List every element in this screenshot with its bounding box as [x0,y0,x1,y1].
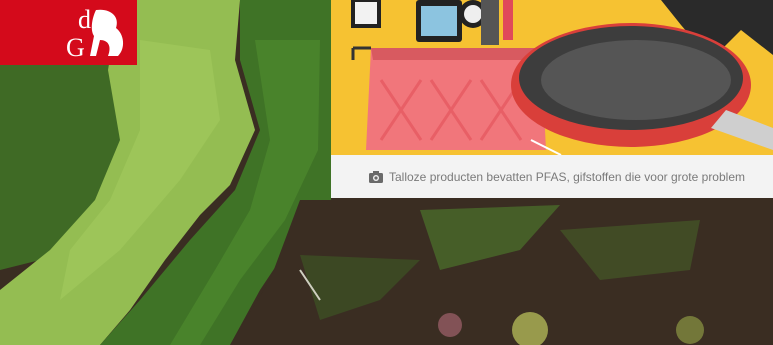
logo-mark-icon: d G [66,5,124,62]
svg-text:d: d [78,5,91,34]
svg-text:G: G [66,33,85,62]
article-image-card[interactable]: Talloze producten bevatten PFAS, gifstof… [331,0,773,198]
caption-text: Talloze producten bevatten PFAS, gifstof… [389,169,745,184]
camera-icon [369,170,383,183]
pfas-products-illustration [331,0,773,155]
image-caption: Talloze producten bevatten PFAS, gifstof… [331,155,773,198]
newspaper-logo[interactable]: d G [0,0,137,65]
